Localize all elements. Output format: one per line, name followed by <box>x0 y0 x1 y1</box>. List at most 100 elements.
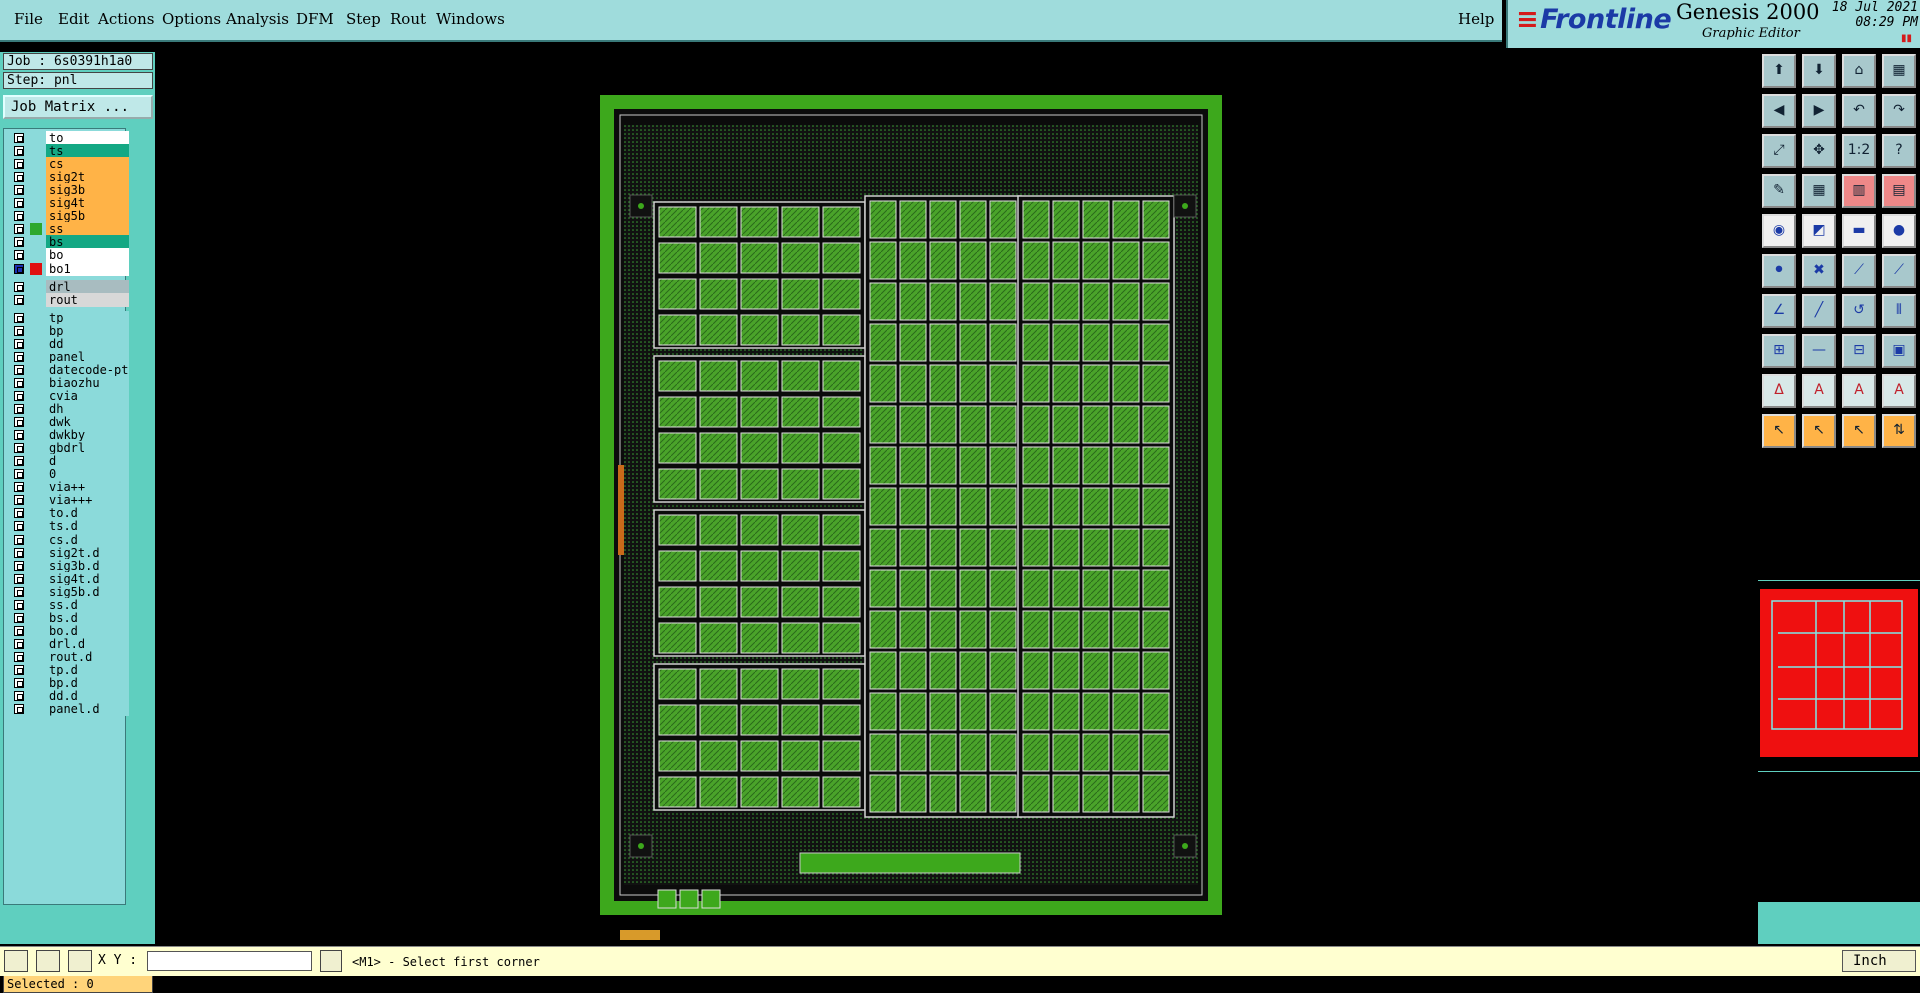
layer-checkbox[interactable] <box>14 211 24 222</box>
layer-name[interactable]: dd.d <box>46 689 129 704</box>
text-align-icon[interactable]: A <box>1882 374 1916 408</box>
step-right-icon[interactable]: ▶ <box>1802 94 1836 128</box>
layer-checkbox[interactable] <box>14 638 24 649</box>
rotate-icon[interactable]: ↺ <box>1842 294 1876 328</box>
layer-checkbox[interactable] <box>14 704 24 715</box>
layer-row-gbdrl[interactable]: gbdrl <box>8 441 129 456</box>
layer-name[interactable]: bp <box>46 323 129 338</box>
layer-row-bs-d[interactable]: bs.d <box>8 610 129 625</box>
layer-checkbox[interactable] <box>14 508 24 519</box>
layer-name[interactable]: via+++ <box>46 493 129 508</box>
layer-checkbox[interactable] <box>14 172 24 183</box>
menu-file[interactable]: File <box>14 10 43 28</box>
layer-row-d[interactable]: d <box>8 454 129 469</box>
grid-icon[interactable]: ▦ <box>1802 174 1836 208</box>
layer-row-bo-d[interactable]: bo.d <box>8 623 129 638</box>
layer-name[interactable]: datecode-pt <box>46 362 129 377</box>
layer-row-ss[interactable]: ss <box>8 222 129 237</box>
layer-name[interactable]: bs <box>46 235 129 250</box>
layer-row-to[interactable]: to <box>8 131 129 145</box>
layer-name[interactable]: rout.d <box>46 649 129 664</box>
menu-step[interactable]: Step <box>346 10 381 28</box>
snap-icon[interactable]: ✎ <box>1762 174 1796 208</box>
layer-checkbox[interactable] <box>14 294 24 305</box>
layer-checkbox[interactable] <box>14 351 24 362</box>
layer-checkbox[interactable] <box>14 443 24 454</box>
layer-row-to-d[interactable]: to.d <box>8 506 129 521</box>
layer-name[interactable]: rout <box>46 292 129 307</box>
layer-name[interactable]: cvia <box>46 388 129 403</box>
layer-row-tp-d[interactable]: tp.d <box>8 663 129 677</box>
units-selector[interactable]: Inch <box>1842 950 1916 972</box>
layer-row-ts-d[interactable]: ts.d <box>8 519 129 534</box>
layer-checkbox[interactable] <box>14 469 24 480</box>
layer-checkbox[interactable] <box>14 250 24 261</box>
layer-name[interactable]: dh <box>46 402 129 416</box>
layer-row-dwkby[interactable]: dwkby <box>8 428 129 443</box>
move-icon[interactable]: ⚫ <box>1762 254 1796 288</box>
layer-row-drl[interactable]: drl <box>8 279 129 294</box>
layer-checkbox[interactable] <box>14 237 24 248</box>
layer-name[interactable]: to <box>46 131 129 145</box>
layer-name[interactable]: ss.d <box>46 597 129 612</box>
layer-name[interactable]: sig5b <box>46 209 129 224</box>
layer-checkbox[interactable] <box>14 198 24 209</box>
layer-name[interactable]: drl.d <box>46 636 129 651</box>
layer-name[interactable]: gbdrl <box>46 441 129 456</box>
layer-name[interactable]: tp <box>46 310 129 325</box>
layer-name[interactable]: dd <box>46 336 129 351</box>
layer-row-datecode-pt[interactable]: datecode-pt <box>8 362 129 377</box>
menu-analysis[interactable]: Analysis <box>226 10 289 28</box>
layer-checkbox[interactable] <box>14 495 24 506</box>
layer-name[interactable]: bo1 <box>46 261 129 276</box>
layer-row-bs[interactable]: bs <box>8 235 129 250</box>
window-split-icon[interactable]: ▦ <box>1882 54 1916 88</box>
cut-icon[interactable]: — <box>1802 334 1836 368</box>
text-icon[interactable]: Δ <box>1762 374 1796 408</box>
menu-help[interactable]: Help <box>1458 10 1494 28</box>
menu-edit[interactable]: Edit <box>58 10 89 28</box>
angle-icon[interactable]: ∠ <box>1762 294 1796 328</box>
layer-row-bp[interactable]: bp <box>8 323 129 338</box>
save-icon[interactable]: ⬆ <box>1762 54 1796 88</box>
layer-row-sig5b[interactable]: sig5b <box>8 209 129 224</box>
layer-checkbox[interactable] <box>14 146 24 157</box>
layer-row-sig2t-d[interactable]: sig2t.d <box>8 545 129 560</box>
undo-icon[interactable]: ↶ <box>1842 94 1876 128</box>
overview-minimap[interactable] <box>1758 580 1920 772</box>
graphic-canvas[interactable] <box>155 48 1755 944</box>
layer-checkbox[interactable] <box>14 263 24 274</box>
pointer-icon[interactable]: ↖ <box>1762 414 1796 448</box>
zoom-center-icon[interactable]: ✥ <box>1802 134 1836 168</box>
open-icon[interactable]: ⬇ <box>1802 54 1836 88</box>
layer-name[interactable]: tp.d <box>46 663 129 677</box>
layer-checkbox[interactable] <box>14 133 24 143</box>
layer-name[interactable]: biaozhu <box>46 375 129 390</box>
layer-checkbox[interactable] <box>14 665 24 675</box>
grid-mode-icon[interactable] <box>68 950 92 972</box>
arc-icon[interactable]: ⟋ <box>1882 254 1916 288</box>
pcb-panel-view[interactable] <box>155 48 1755 944</box>
layer-checkbox[interactable] <box>14 364 24 375</box>
layer-checkbox[interactable] <box>14 612 24 623</box>
menu-rout[interactable]: Rout <box>390 10 426 28</box>
layer-checkbox[interactable] <box>14 586 24 597</box>
layer-checkbox[interactable] <box>14 534 24 545</box>
layer-name[interactable]: bs.d <box>46 610 129 625</box>
layer-row-via--[interactable]: via++ <box>8 480 129 495</box>
layer-row-biaozhu[interactable]: biaozhu <box>8 375 129 390</box>
layer-name[interactable]: sig2t.d <box>46 545 129 560</box>
connect-icon[interactable]: ⟋ <box>1842 254 1876 288</box>
snap-mode-icon[interactable] <box>4 950 28 972</box>
pointer-select-icon[interactable]: ↖ <box>1802 414 1836 448</box>
layer-row-cs-d[interactable]: cs.d <box>8 532 129 547</box>
layer-row-0[interactable]: 0 <box>8 467 129 482</box>
layer-checkbox[interactable] <box>14 325 24 336</box>
layer-name[interactable]: d <box>46 454 129 469</box>
layer-row-bo1[interactable]: bo1 <box>8 261 129 276</box>
layer-row-panel-d[interactable]: panel.d <box>8 702 129 717</box>
measure-mode-icon[interactable] <box>36 950 60 972</box>
layer-checkbox[interactable] <box>14 651 24 662</box>
layer-name[interactable]: cs <box>46 157 129 172</box>
step-left-icon[interactable]: ◀ <box>1762 94 1796 128</box>
